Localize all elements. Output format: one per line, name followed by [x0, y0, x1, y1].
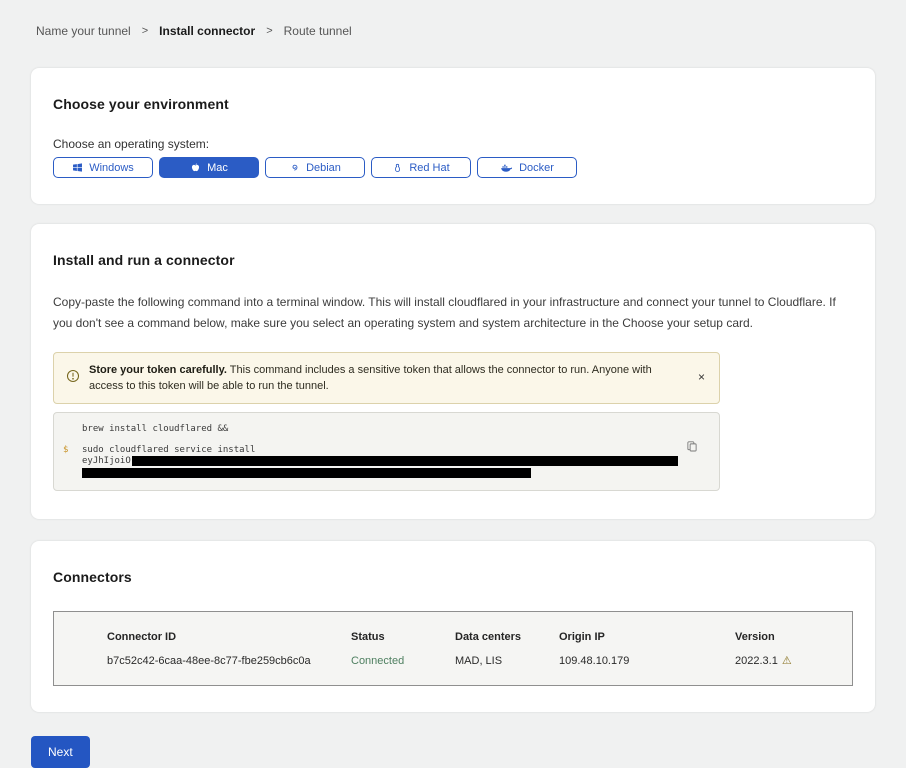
code-line-brew: brew install cloudflared &&: [82, 424, 679, 435]
cell-origin-ip: 109.48.10.179: [559, 655, 735, 667]
os-select-label: Choose an operating system:: [53, 137, 853, 151]
warning-title: Store your token carefully.: [89, 364, 227, 376]
os-button-red-hat[interactable]: Red Hat: [371, 157, 471, 178]
windows-icon: [72, 162, 83, 173]
breadcrumb-name-your-tunnel[interactable]: Name your tunnel: [36, 24, 131, 38]
breadcrumb: Name your tunnel > Install connector > R…: [0, 0, 906, 38]
breadcrumb-separator: >: [266, 25, 272, 37]
header-origin-ip: Origin IP: [559, 631, 735, 643]
copy-icon[interactable]: [686, 440, 698, 456]
header-status: Status: [351, 631, 455, 643]
cell-data-centers: MAD, LIS: [455, 655, 559, 667]
install-description: Copy-paste the following command into a …: [53, 292, 853, 334]
os-button-debian[interactable]: Debian: [265, 157, 365, 178]
os-button-mac[interactable]: Mac: [159, 157, 259, 178]
redaction-bar: [82, 468, 531, 478]
breadcrumb-route-tunnel[interactable]: Route tunnel: [284, 24, 352, 38]
environment-card-title: Choose your environment: [53, 96, 853, 112]
next-button[interactable]: Next: [31, 736, 90, 768]
connectors-table: Connector ID Status Data centers Origin …: [53, 611, 853, 686]
warning-message: Store your token carefully. This command…: [89, 362, 687, 394]
os-button-group: Windows Mac Debian Red Hat Docker: [53, 157, 853, 178]
redaction-bar: [132, 456, 678, 466]
warning-triangle-icon: ⚠: [782, 656, 792, 667]
environment-card: Choose your environment Choose an operat…: [31, 68, 875, 204]
header-connector-id: Connector ID: [107, 631, 351, 643]
header-version: Version: [735, 631, 842, 643]
os-button-label: Debian: [306, 162, 341, 174]
apple-icon: [190, 162, 201, 174]
status-badge: Connected: [351, 655, 455, 667]
version-value: 2022.3.1: [735, 655, 778, 667]
install-card-title: Install and run a connector: [53, 252, 853, 268]
table-header-row: Connector ID Status Data centers Origin …: [107, 631, 842, 643]
breadcrumb-separator: >: [142, 25, 148, 37]
os-button-label: Red Hat: [409, 162, 449, 174]
table-row: b7c52c42-6caa-48ee-8c77-fbe259cb6c0a Con…: [107, 655, 842, 667]
red-hat-icon: [392, 162, 403, 174]
cell-version: 2022.3.1 ⚠: [735, 655, 842, 667]
header-data-centers: Data centers: [455, 631, 559, 643]
install-connector-card: Install and run a connector Copy-paste t…: [31, 224, 875, 519]
code-line-token: eyJhIjoiO: [82, 456, 679, 467]
token-warning-banner: Store your token carefully. This command…: [53, 352, 720, 404]
os-button-label: Windows: [89, 162, 134, 174]
connectors-card-title: Connectors: [53, 569, 853, 585]
os-button-docker[interactable]: Docker: [477, 157, 577, 178]
shell-prompt: $: [63, 445, 68, 456]
install-command-code-block: brew install cloudflared && $ sudo cloud…: [53, 412, 720, 491]
docker-icon: [500, 162, 513, 173]
alert-circle-icon: [66, 369, 80, 388]
debian-icon: [289, 162, 300, 173]
os-button-windows[interactable]: Windows: [53, 157, 153, 178]
cell-connector-id: b7c52c42-6caa-48ee-8c77-fbe259cb6c0a: [107, 655, 351, 667]
os-button-label: Mac: [207, 162, 228, 174]
connectors-card: Connectors Connector ID Status Data cent…: [31, 541, 875, 712]
close-icon[interactable]: ×: [696, 370, 707, 384]
token-prefix: eyJhIjoiO: [82, 456, 131, 466]
code-line-install: sudo cloudflared service install: [82, 445, 679, 456]
breadcrumb-install-connector[interactable]: Install connector: [159, 24, 255, 38]
os-button-label: Docker: [519, 162, 554, 174]
